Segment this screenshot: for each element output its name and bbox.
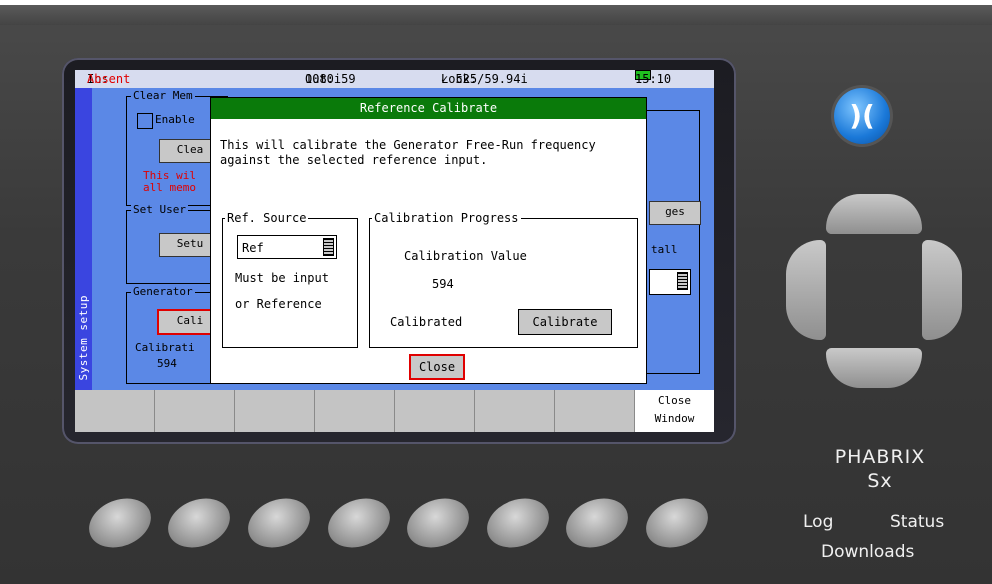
brand-model: Sx [867, 470, 893, 492]
install-select-knob [677, 272, 688, 290]
brand-label: PHABRIX Sx [820, 445, 940, 493]
reference-calibrate-dialog: Reference Calibrate This will calibrate … [210, 97, 647, 384]
enable-label: Enable [155, 113, 195, 126]
calibration-progress-group: Calibration Progress Calibration Value 5… [369, 211, 638, 348]
close-window-line2: Window [654, 412, 695, 425]
set-user-legend: Set User [131, 203, 188, 216]
downloads-link[interactable]: Downloads [821, 542, 914, 562]
softkey-7[interactable] [555, 390, 635, 432]
dpad-up-button[interactable] [826, 194, 922, 234]
dialog-message-line1: This will calibrate the Generator Free-R… [220, 138, 596, 152]
dialog-message: This will calibrate the Generator Free-R… [220, 138, 596, 168]
calibration-value-number: 594 [432, 277, 454, 291]
clear-warning-line2: all memo [143, 181, 196, 194]
softkey-6[interactable] [475, 390, 555, 432]
enable-checkbox[interactable] [137, 113, 153, 129]
dpad-left-button[interactable] [786, 240, 826, 340]
calibration-label: Calibrati [135, 341, 195, 354]
calibrate-button[interactable]: Calibrate [518, 309, 612, 335]
ref-source-legend: Ref. Source [225, 211, 309, 225]
output-status-value: 1080i59 [305, 72, 356, 86]
status-link[interactable]: Status [890, 512, 944, 532]
softkey-2[interactable] [155, 390, 235, 432]
clear-memory-legend: Clear Mem [131, 89, 195, 102]
softkey-bar: Close Window [75, 390, 714, 432]
softkey-5[interactable] [395, 390, 475, 432]
dpad-right-button[interactable] [922, 240, 962, 340]
dpad-down-button[interactable] [826, 348, 922, 388]
install-select[interactable] [649, 269, 691, 295]
brand-name: PHABRIX [834, 446, 926, 468]
select-knob-icon [323, 238, 334, 256]
phabrix-logo-icon: )( [834, 88, 890, 144]
status-bar: In: Absent Out: 1080i59 Lock: ✓ 525/59.94… [75, 70, 714, 88]
ref-source-hint-line2: or Reference [235, 297, 322, 311]
softkey-3[interactable] [235, 390, 315, 432]
dialog-close-button[interactable]: Close [409, 354, 465, 380]
close-window-line1: Close [657, 394, 692, 407]
ref-source-group: Ref. Source Ref Must be input or Referen… [222, 211, 358, 348]
softkey-4[interactable] [315, 390, 395, 432]
device-screen: In: Absent Out: 1080i59 Lock: ✓ 525/59.94… [75, 70, 714, 432]
dialog-message-line2: against the selected reference input. [220, 153, 488, 167]
generator-legend: Generator [131, 285, 195, 298]
ref-source-hint-line1: Must be input [235, 271, 329, 285]
calibration-status: Calibrated [390, 315, 463, 329]
log-link[interactable]: Log [803, 512, 833, 532]
calibration-value: 594 [157, 357, 177, 370]
dialog-title: Reference Calibrate [211, 98, 646, 119]
device-top-edge [0, 5, 992, 25]
close-window-softkey[interactable]: Close Window [635, 390, 714, 432]
softkey-1[interactable] [75, 390, 155, 432]
ref-source-selected: Ref [242, 241, 264, 255]
install-label: tall [651, 243, 678, 256]
calibration-value-label: Calibration Value [404, 249, 527, 263]
input-status-value: Absent [87, 72, 131, 86]
ref-source-select[interactable]: Ref [237, 235, 337, 259]
lock-status-value: ✓ 525/59.94i [441, 72, 528, 86]
images-button[interactable]: ges [649, 201, 701, 225]
navigation-pad [786, 194, 962, 388]
side-tab-system-setup[interactable]: System setup [75, 88, 92, 390]
side-tab-label: System setup [77, 294, 90, 380]
calibration-progress-legend: Calibration Progress [372, 211, 521, 225]
clock-time: 15:10 [635, 72, 672, 86]
